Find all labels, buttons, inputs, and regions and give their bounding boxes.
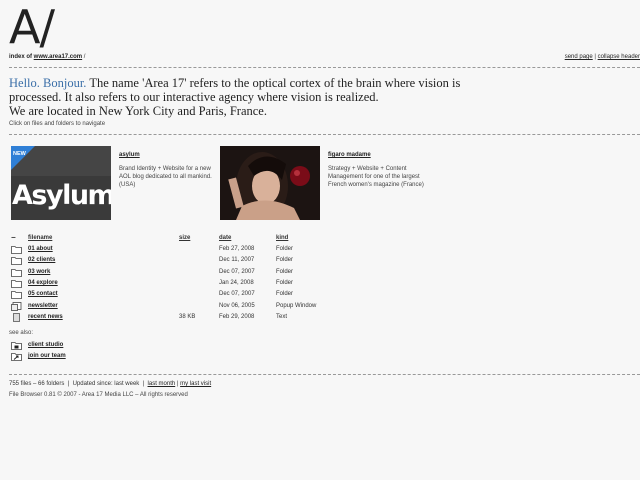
project-figaro-madame: figaro madame Strategy + Website + Conte… xyxy=(220,146,440,222)
file-date: Dec 07, 2007 xyxy=(219,268,255,275)
navigation-hint: Click on files and folders to navigate xyxy=(9,121,106,127)
intro-divider xyxy=(9,134,640,135)
shortcut-folder-icon[interactable] xyxy=(11,352,22,361)
index-prefix: index of xyxy=(9,54,34,60)
area17-logo[interactable]: A/ xyxy=(9,2,55,52)
figaro-madame-title[interactable]: figaro madame xyxy=(328,152,371,158)
see-also-label: see also: xyxy=(9,330,34,336)
file-date: Feb 29, 2008 xyxy=(219,313,255,320)
see-also-link[interactable]: join our team xyxy=(28,353,66,359)
file-name[interactable]: recent news xyxy=(28,314,63,320)
file-kind: Popup Window xyxy=(276,302,317,309)
copyright: File Browser 0.81 © 2007 - Area 17 Media… xyxy=(9,392,188,398)
figaro-madame-description: Strategy + Website + Content Management … xyxy=(328,166,424,188)
file-table-header: − filename size date kind xyxy=(0,233,640,245)
intro-hello: Hello. Bonjour. xyxy=(9,76,87,90)
asylum-thumbnail[interactable]: NEW Asylum xyxy=(11,146,111,220)
table-row[interactable]: 02 clients Dec 11, 2007 Folder xyxy=(0,256,640,267)
file-name[interactable]: 02 clients xyxy=(28,257,55,263)
table-row[interactable]: recent news 38 KB Feb 29, 2008 Text xyxy=(0,312,640,324)
file-name[interactable]: 03 work xyxy=(28,269,50,275)
text-file-icon[interactable] xyxy=(11,312,22,322)
folder-icon[interactable] xyxy=(11,245,22,254)
index-path: index of www.area17.com / xyxy=(9,54,85,60)
file-kind: Folder xyxy=(276,246,294,252)
header-date[interactable]: date xyxy=(219,235,231,241)
new-badge: NEW xyxy=(13,151,27,157)
header-actions: send page | collapse header xyxy=(565,54,640,60)
table-row[interactable]: 03 work Dec 07, 2007 Folder xyxy=(0,268,640,279)
table-row[interactable]: 01 about Feb 27, 2008 Folder xyxy=(0,245,640,256)
last-month-link[interactable]: last month xyxy=(148,381,176,387)
file-name[interactable]: 01 about xyxy=(28,246,53,252)
folder-icon[interactable] xyxy=(11,256,22,266)
asylum-description: Brand Identity + Website for a new AOL b… xyxy=(119,166,212,188)
see-also-item[interactable]: join our team xyxy=(0,352,640,363)
file-kind: Folder xyxy=(276,257,294,264)
see-also-item[interactable]: client studio xyxy=(0,341,640,352)
project-asylum: NEW Asylum asylum Brand Identity + Websi… xyxy=(11,146,221,222)
header-size[interactable]: size xyxy=(179,235,190,241)
footer-stats: 755 files – 66 folders | Updated since: … xyxy=(9,381,211,387)
index-suffix: / xyxy=(82,54,86,60)
file-name[interactable]: 05 contact xyxy=(28,291,58,297)
file-date: Nov 06, 2005 xyxy=(219,302,255,309)
table-row[interactable]: 04 explore Jan 24, 2008 Folder xyxy=(0,279,640,290)
updated-since-text: | Updated since: last week | xyxy=(64,381,148,387)
file-size: 38 KB xyxy=(179,313,196,320)
see-also-link[interactable]: client studio xyxy=(28,342,63,348)
header-divider xyxy=(9,67,640,68)
send-page-link[interactable]: send page xyxy=(565,54,593,60)
footer-divider xyxy=(9,374,640,375)
table-row[interactable]: 05 contact Dec 07, 2007 Folder xyxy=(0,290,640,301)
file-date: Dec 11, 2007 xyxy=(219,257,255,264)
lock-folder-icon[interactable] xyxy=(11,341,22,350)
file-date: Feb 27, 2008 xyxy=(219,246,255,252)
last-visit-link[interactable]: my last visit xyxy=(180,381,211,387)
intro-line2: We are located in New York City and Pari… xyxy=(9,104,267,118)
intro-text: Hello. Bonjour. The name 'Area 17' refer… xyxy=(9,76,469,118)
file-kind: Folder xyxy=(276,279,294,286)
folder-icon[interactable] xyxy=(11,268,22,277)
figaro-madame-thumbnail[interactable] xyxy=(220,146,320,220)
index-link[interactable]: www.area17.com xyxy=(34,54,82,60)
file-date: Jan 24, 2008 xyxy=(219,279,254,286)
file-count: 755 files – 66 folders xyxy=(9,381,65,387)
folder-icon[interactable] xyxy=(11,290,22,300)
asylum-logo-text: Asylum xyxy=(12,180,111,211)
collapse-icon[interactable]: − xyxy=(11,233,16,242)
popup-window-icon[interactable] xyxy=(11,301,22,311)
file-kind: Folder xyxy=(276,268,294,275)
header-kind[interactable]: kind xyxy=(276,235,288,241)
file-name[interactable]: newsletter xyxy=(28,303,58,309)
file-kind: Text xyxy=(276,313,288,320)
folder-icon[interactable] xyxy=(11,279,22,288)
file-kind: Folder xyxy=(276,291,294,298)
collapse-header-link[interactable]: collapse header xyxy=(598,54,640,60)
header-filename[interactable]: filename xyxy=(28,235,52,241)
file-name[interactable]: 04 explore xyxy=(28,280,58,286)
file-date: Dec 07, 2007 xyxy=(219,291,255,298)
asylum-title[interactable]: asylum xyxy=(119,152,140,158)
table-row[interactable]: newsletter Nov 06, 2005 Popup Window xyxy=(0,301,640,313)
